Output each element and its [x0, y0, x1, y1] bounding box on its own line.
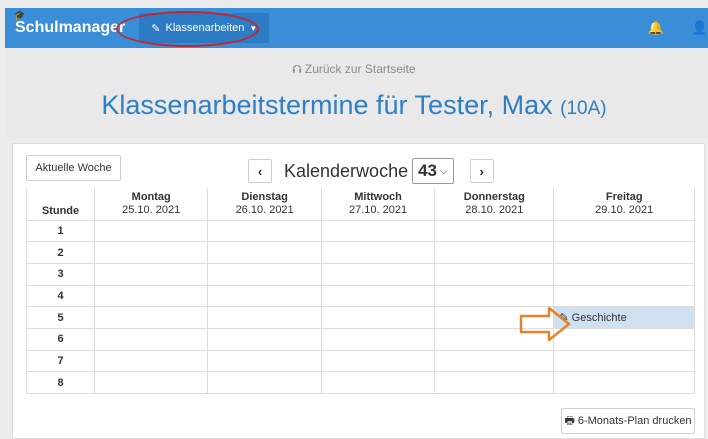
table-cell[interactable] — [553, 327, 695, 351]
table-cell[interactable] — [320, 349, 436, 373]
graduation-cap-icon: 🎓 — [14, 10, 26, 20]
print-label: 6-Monats-Plan drucken — [577, 415, 692, 427]
table-row: 3 — [26, 262, 695, 286]
printer-icon: 🖶 — [564, 414, 575, 427]
table-cell[interactable] — [434, 241, 555, 264]
brand-name: Schulmanager — [15, 19, 126, 36]
table-cell[interactable] — [320, 241, 436, 264]
table-cell[interactable] — [320, 219, 436, 243]
table-cell[interactable] — [320, 306, 436, 329]
print-plan-button[interactable]: 🖶 6-Monats-Plan drucken — [561, 408, 695, 434]
menu-label: Klassenarbeiten — [165, 22, 245, 34]
table-cell[interactable] — [320, 262, 436, 286]
table-cell[interactable] — [553, 371, 695, 394]
page-title: Klassenarbeitstermine für Tester, Max (1… — [0, 90, 708, 121]
table-cell[interactable] — [207, 262, 322, 286]
back-link-label: Zurück zur Startseite — [304, 62, 416, 76]
back-link[interactable]: ⮉ Zurück zur Startseite — [0, 62, 708, 77]
next-week-button[interactable]: › — [469, 159, 494, 183]
table-row: 5 ✎ Geschichte — [26, 306, 695, 329]
edit-icon: ✎ — [151, 22, 161, 35]
table-row: 1 — [26, 219, 695, 243]
exam-schedule-table: Stunde Montag 25.10. 2021 Dienstag 26.10. … — [26, 188, 695, 394]
table-cell[interactable] — [207, 327, 322, 351]
table-cell[interactable] — [434, 219, 555, 243]
table-row: 2 — [26, 241, 695, 264]
table-cell[interactable] — [553, 219, 695, 243]
week-navigation: ‹ Kalenderwoche 43 ⌵ › — [248, 158, 494, 184]
current-week-button[interactable]: Aktuelle Woche — [26, 155, 121, 181]
table-cell[interactable] — [553, 262, 695, 286]
table-cell[interactable] — [553, 349, 695, 373]
bell-icon[interactable]: 🔔 — [648, 20, 664, 36]
brand-logo[interactable]: 🎓 Schulmanager — [14, 10, 126, 37]
day-header-freitag: Freitag 29.10. 2021 — [553, 188, 695, 221]
table-header-row: Stunde Montag 25.10. 2021 Dienstag 26.10. … — [26, 188, 695, 221]
period-number: 5 — [26, 306, 95, 329]
table-row: 4 — [26, 284, 695, 308]
table-cell[interactable] — [93, 262, 209, 286]
day-header-montag: Montag 25.10. 2021 — [93, 188, 209, 221]
table-cell[interactable] — [207, 349, 322, 373]
table-row: 6 — [26, 327, 695, 351]
stunde-header: Stunde — [26, 188, 95, 221]
exam-label: Geschichte — [571, 311, 627, 324]
table-cell[interactable] — [553, 241, 695, 264]
top-navbar: 🎓 Schulmanager ✎ Klassenarbeiten ▼ 🔔 👤 — [5, 8, 708, 48]
table-cell[interactable] — [93, 284, 209, 308]
period-number: 6 — [26, 327, 95, 351]
caret-down-icon: ▼ — [249, 23, 258, 33]
day-header-mittwoch: Mittwoch 27.10. 2021 — [320, 188, 436, 221]
table-cell[interactable] — [93, 241, 209, 264]
week-select[interactable]: 43 ⌵ — [412, 158, 454, 184]
table-cell[interactable] — [93, 306, 209, 329]
table-cell[interactable] — [434, 262, 555, 286]
period-number: 1 — [26, 219, 95, 243]
table-cell[interactable] — [553, 284, 695, 308]
week-number: 43 — [418, 161, 438, 180]
calendar-panel: Aktuelle Woche ‹ Kalenderwoche 43 ⌵ › St… — [12, 143, 705, 439]
day-header-donnerstag: Donnerstag 28.10. 2021 — [434, 188, 555, 221]
chevron-left-icon: ‹ — [257, 163, 263, 179]
period-number: 3 — [26, 262, 95, 286]
table-cell[interactable] — [207, 219, 322, 243]
chevron-down-icon: ⌵ — [440, 165, 448, 177]
period-number: 7 — [26, 349, 95, 373]
period-number: 2 — [26, 241, 95, 264]
day-header-dienstag: Dienstag 26.10. 2021 — [207, 188, 322, 221]
period-number: 4 — [26, 284, 95, 308]
table-cell[interactable] — [434, 349, 555, 373]
exam-entry-geschichte[interactable]: ✎ Geschichte — [553, 306, 695, 329]
period-number: 8 — [26, 371, 95, 394]
chevron-right-icon: › — [479, 163, 484, 179]
week-label: Kalenderwoche — [284, 160, 409, 181]
arrow-annotation-icon — [519, 306, 571, 342]
back-circle-icon: ⮉ — [292, 62, 302, 76]
class-label: (10A) — [560, 98, 607, 119]
page-title-text: Klassenarbeitstermine für Tester, Max — [101, 90, 553, 120]
table-cell[interactable] — [93, 219, 209, 243]
table-cell[interactable] — [207, 306, 322, 329]
table-cell[interactable] — [207, 371, 322, 394]
user-icon[interactable]: 👤 — [692, 20, 708, 36]
table-row: 7 — [26, 349, 695, 373]
table-cell[interactable] — [207, 241, 322, 264]
table-cell[interactable] — [93, 349, 209, 373]
table-cell[interactable] — [320, 327, 436, 351]
previous-week-button[interactable]: ‹ — [248, 159, 272, 183]
table-cell[interactable] — [434, 284, 555, 308]
table-cell[interactable] — [320, 284, 436, 308]
table-cell[interactable] — [320, 371, 436, 394]
klassenarbeiten-menu-button[interactable]: ✎ Klassenarbeiten ▼ — [139, 13, 270, 43]
table-cell[interactable] — [93, 371, 209, 394]
table-cell[interactable] — [207, 284, 322, 308]
table-cell[interactable] — [93, 327, 209, 351]
table-cell[interactable] — [434, 371, 555, 394]
table-row: 8 — [26, 371, 695, 394]
